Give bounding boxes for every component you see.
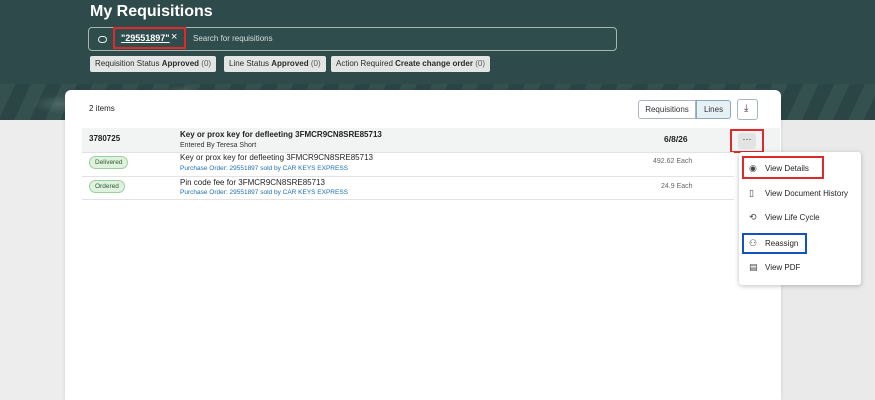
status-badge: Ordered (89, 180, 125, 193)
pdf-document-icon: ▤ (749, 262, 758, 272)
page-title: My Requisitions (90, 3, 213, 20)
cycle-icon: ⟲ (749, 212, 757, 222)
filter-action-required[interactable]: Action Required Create change order (0) (331, 56, 490, 72)
menu-item-view-document-history[interactable]: View Document History (765, 189, 848, 198)
search-placeholder[interactable]: Search for requisitions (193, 34, 273, 43)
line-title[interactable]: Pin code fee for 3FMCR9CN8SRE85713 (180, 178, 325, 187)
entered-by: Entered By Teresa Short (180, 142, 257, 149)
download-button[interactable]: ⤓ (737, 99, 758, 120)
row-divider (82, 176, 734, 177)
purchase-order-link[interactable]: Purchase Order: 29551897 sold by CAR KEY… (180, 165, 348, 172)
line-price: 492.62 Each (653, 158, 693, 165)
search-icon (98, 36, 107, 43)
background-left (0, 120, 65, 400)
requisition-title[interactable]: Key or prox key for defleeting 3FMCR9CN8… (180, 130, 382, 139)
row-divider (82, 199, 734, 200)
items-count: 2 items (89, 104, 115, 113)
download-icon: ⤓ (744, 103, 749, 114)
filter-line-status[interactable]: Line Status Approved (0) (224, 56, 326, 72)
reassign-highlight (742, 233, 807, 254)
requisition-number[interactable]: 3780725 (89, 134, 120, 143)
more-actions-button[interactable]: ··· (738, 133, 756, 149)
clear-chip-icon[interactable]: × (171, 31, 177, 43)
menu-item-view-pdf[interactable]: View PDF (765, 263, 800, 272)
view-details-highlight (742, 156, 824, 179)
line-price: 24.9 Each (661, 183, 693, 190)
requisition-date: 6/8/26 (664, 134, 688, 144)
document-history-icon: ▯ (749, 188, 754, 198)
toggle-requisitions[interactable]: Requisitions (638, 100, 696, 119)
line-title[interactable]: Key or prox key for defleeting 3FMCR9CN8… (180, 153, 373, 162)
toggle-lines[interactable]: Lines (696, 100, 731, 119)
menu-item-view-life-cycle[interactable]: View Life Cycle (765, 213, 820, 222)
search-chip-value[interactable]: "29551897" (121, 33, 170, 43)
status-badge: Delivered (89, 156, 129, 169)
filter-requisition-status[interactable]: Requisition Status Approved (0) (90, 56, 217, 72)
purchase-order-link[interactable]: Purchase Order: 29551897 sold by CAR KEY… (180, 189, 348, 196)
